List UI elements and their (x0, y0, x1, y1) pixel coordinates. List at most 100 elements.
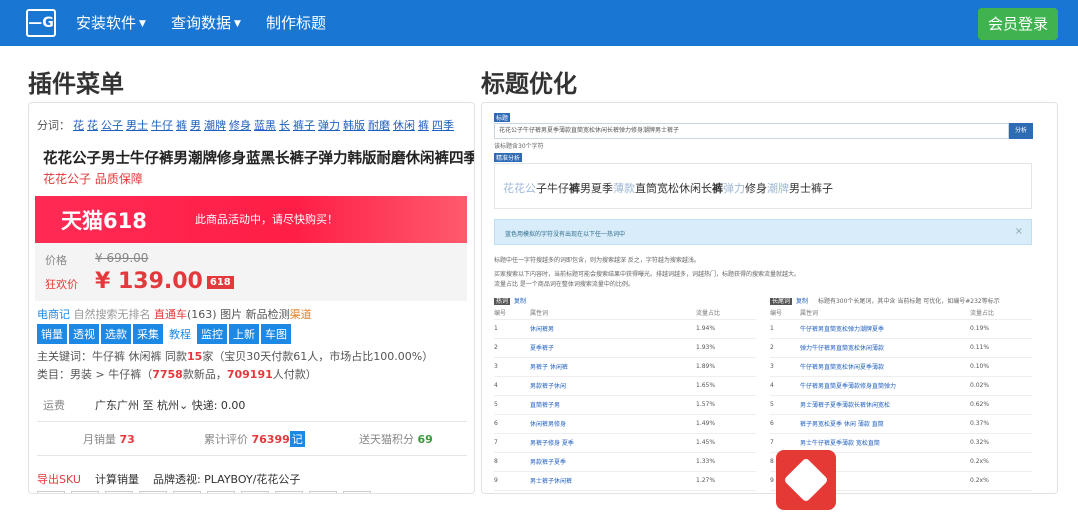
chevron-down-icon[interactable]: ⌄ (179, 399, 188, 412)
segment-tag[interactable]: 韩版 (343, 119, 365, 132)
copy-link[interactable]: 复制 (514, 298, 526, 305)
row-no: 3 (494, 357, 530, 377)
sale-price-value: ¥ 139.00 (95, 269, 203, 294)
row-no: 1 (770, 319, 800, 339)
row-keyword[interactable]: 裤子男宽松夏季 休闲 薄款 直筒 (800, 414, 970, 434)
segment-tag[interactable]: 裤 (176, 119, 187, 132)
row-keyword[interactable]: 牛仔裤男直筒夏季薄款修身直筒弹力 (800, 376, 970, 396)
row-share: 0.2x% (970, 452, 1032, 472)
right-section-title: 标题优化 (481, 70, 577, 98)
row-keyword[interactable]: 直筒裤子男 (530, 395, 696, 415)
row-keyword[interactable]: 牛仔裤男直筒宽松休闲夏季薄款 (800, 357, 970, 377)
export-sku-link[interactable]: 导出SKU (37, 473, 81, 486)
tutorial-button[interactable]: 教程 (165, 324, 195, 344)
ship-to-city[interactable]: 杭州 (157, 399, 179, 412)
table-row: 6 裤子男宽松夏季 休闲 薄款 直筒 0.37% (770, 414, 1032, 434)
product-subtitle: 花花公子 品质保障 (43, 172, 143, 186)
row-keyword[interactable]: 男裤子 休闲裤 (530, 357, 696, 377)
table-row: 2 夏季裤子 1.93% (494, 338, 756, 358)
title-segment: 薄款 (613, 182, 635, 195)
nav-query-data[interactable]: 查询数据 ▼ (171, 12, 241, 33)
ztc-count: (163) (187, 308, 217, 321)
record-tag[interactable]: 记 (289, 431, 305, 447)
calc-sales-link[interactable]: 计算销量 (95, 473, 139, 486)
member-login-button[interactable]: 会员登录 (978, 8, 1058, 40)
title-segment: 裤 (712, 182, 723, 195)
segment-tag[interactable]: 耐磨 (368, 119, 390, 132)
same-label: 同款 (165, 350, 187, 363)
segment-tag[interactable]: 修身 (229, 119, 251, 132)
row-no: 7 (494, 433, 530, 453)
search-rank-text: 自然搜索无排名 (73, 308, 151, 321)
row-share: 1.65% (696, 376, 756, 396)
analyze-button[interactable]: 分析 (1009, 123, 1033, 139)
title-input[interactable]: 花花公子牛仔裤男夏季薄款直筒宽松休闲长裤弹力修身潮牌男士裤子 (494, 123, 1009, 139)
new-arrival-button[interactable]: 上新 (229, 324, 259, 344)
segment-tag[interactable]: 公子 (101, 119, 123, 132)
brand-insight-link[interactable]: 品牌透视: PLAYBOY/花花公子 (153, 473, 300, 486)
nav-install-software[interactable]: 安装软件 ▼ (76, 12, 146, 33)
sales-button[interactable]: 销量 (37, 324, 67, 344)
category-path: 男装 > 牛仔裤 (70, 368, 142, 381)
table-row: 4 牛仔裤男直筒夏季薄款修身直筒弹力 0.02% (770, 376, 1032, 396)
collect-button[interactable]: 采集 (133, 324, 163, 344)
row-no: 5 (494, 395, 530, 415)
chevron-down-icon: ▼ (139, 18, 146, 29)
row-keyword[interactable]: 弹力牛仔裤男直筒宽松休闲薄款 (800, 338, 970, 358)
row-keyword[interactable]: 男款裤子夏季 (530, 452, 696, 472)
col-no: 编号 (494, 306, 530, 320)
segment-tag[interactable]: 裤 (418, 119, 429, 132)
row-keyword[interactable]: 休闲裤男 (530, 319, 696, 339)
channel-link[interactable]: 渠道 (290, 308, 312, 321)
title-segment: 男夏季 (580, 182, 613, 195)
segment-tag[interactable]: 潮牌 (204, 119, 226, 132)
segment-tag[interactable]: 男 (190, 119, 201, 132)
segment-tag[interactable]: 男士 (126, 119, 148, 132)
col-no: 编号 (770, 306, 800, 320)
logo-icon[interactable]: —G (26, 9, 56, 37)
category-label: 类目： (37, 368, 70, 381)
detect-link[interactable]: 新品检测 (246, 308, 290, 321)
row-share: 1.33% (696, 452, 756, 472)
row-keyword[interactable]: 男士薄裤子夏季薄款长裤休闲宽松 (800, 395, 970, 415)
row-keyword[interactable]: 夏季裤子 (530, 338, 696, 358)
stat-value: 73 (119, 433, 135, 446)
nav-make-title[interactable]: 制作标题 (266, 12, 326, 33)
title-tag: 标题 (494, 113, 511, 122)
segment-tag[interactable]: 四季 (432, 119, 454, 132)
segment-tag[interactable]: 弹力 (318, 119, 340, 132)
row-no: 3 (770, 357, 800, 377)
row-keyword[interactable]: 男裤子修身 夏季 (530, 433, 696, 453)
row-keyword[interactable]: 男款裤子休闲 (530, 376, 696, 396)
express-fee: 快递: 0.00 (191, 399, 246, 412)
row-no: 9 (494, 471, 530, 491)
segment-tag[interactable]: 花 (87, 119, 98, 132)
insight-button[interactable]: 透视 (69, 324, 99, 344)
divider (37, 455, 467, 456)
segment-tag[interactable]: 花 (73, 119, 84, 132)
row-keyword[interactable]: 牛仔裤男直筒宽松弹力潮牌夏季 (800, 319, 970, 339)
select-button[interactable]: 选款 (101, 324, 131, 344)
row-keyword[interactable]: 休闲裤男修身 (530, 414, 696, 434)
copy-link[interactable]: 复制 (796, 298, 808, 305)
segment-tag[interactable]: 长 (279, 119, 290, 132)
info-alert: 蓝色用模拟的字符没有出现在以下任一热词中 × (494, 219, 1032, 245)
table-row: 3 男裤子 休闲裤 1.89% (494, 357, 756, 377)
row-no: 8 (494, 452, 530, 472)
segment-tag[interactable]: 牛仔 (151, 119, 173, 132)
segment-tag[interactable]: 休闲 (393, 119, 415, 132)
row-no: 4 (494, 376, 530, 396)
row-share: 1.89% (696, 357, 756, 377)
title-segment: 潮牌 (767, 182, 789, 195)
segment-tag[interactable]: 蓝黑 (254, 119, 276, 132)
ship-to-word: 至 (142, 399, 154, 412)
row-keyword[interactable]: 男士裤子休闲裤 (530, 471, 696, 491)
pic-link[interactable]: 图片 (220, 308, 242, 321)
shop-link[interactable]: 电商记 (37, 308, 70, 321)
table-row: 5 直筒裤子男 1.57% (494, 395, 756, 415)
ztc-link[interactable]: 直通车 (154, 308, 187, 321)
close-icon[interactable]: × (1015, 226, 1023, 237)
monitor-button[interactable]: 监控 (197, 324, 227, 344)
car-image-button[interactable]: 车图 (261, 324, 291, 344)
segment-tag[interactable]: 裤子 (293, 119, 315, 132)
